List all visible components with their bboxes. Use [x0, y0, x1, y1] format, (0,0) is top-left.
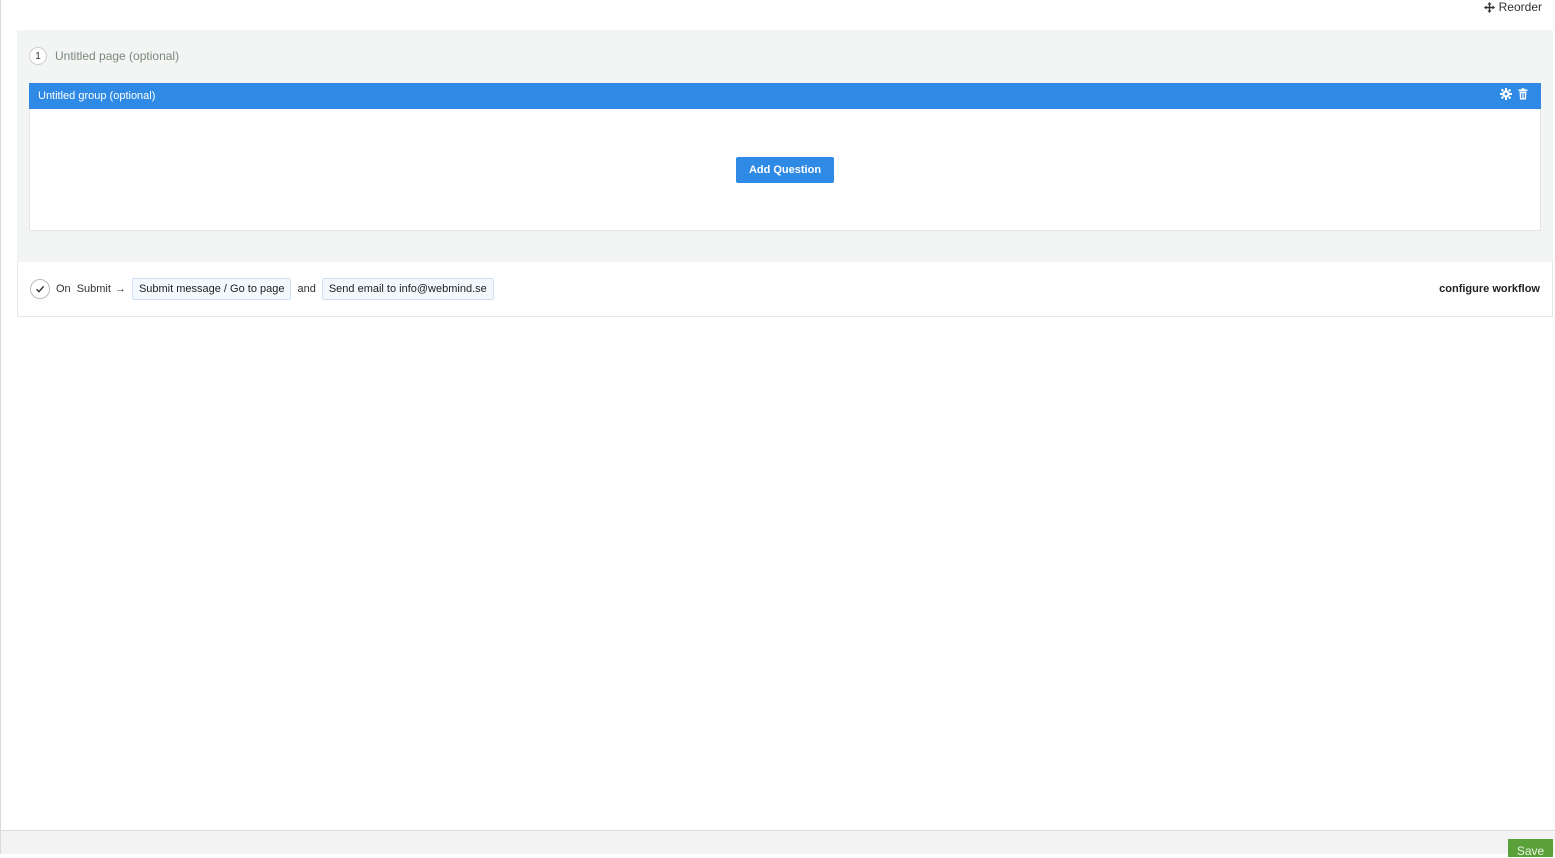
workflow-bar: On Submit → Submit message / Go to page … — [17, 262, 1553, 317]
group-title[interactable]: Untitled group (optional) — [38, 90, 155, 102]
group-body: Add Question — [29, 109, 1541, 231]
page-number-badge: 1 — [29, 47, 47, 65]
form-page: 1 Untitled page (optional) Untitled grou… — [17, 30, 1553, 262]
add-question-button[interactable]: Add Question — [736, 157, 834, 183]
reorder-label: Reorder — [1498, 0, 1542, 14]
footer-bar: Save — [1, 830, 1555, 858]
check-icon — [30, 279, 50, 299]
trash-icon[interactable] — [1517, 88, 1529, 100]
form-builder: Reorder 1 Untitled page (optional) Untit… — [0, 0, 1555, 858]
workflow-action-submit-message[interactable]: Submit message / Go to page — [131, 278, 292, 300]
reorder-button[interactable]: Reorder — [1483, 0, 1542, 14]
workflow-on-label: On — [56, 283, 71, 295]
move-icon — [1483, 1, 1495, 13]
gear-icon[interactable] — [1500, 88, 1512, 100]
workflow-and-label: and — [297, 283, 316, 295]
group-actions — [1500, 88, 1529, 100]
workflow-action-send-email[interactable]: Send email to info@webmind.se — [321, 278, 494, 300]
workflow-summary: On Submit → Submit message / Go to page … — [30, 278, 494, 300]
save-button[interactable]: Save — [1508, 839, 1553, 858]
page-header[interactable]: 1 Untitled page (optional) — [29, 47, 179, 65]
configure-workflow-link[interactable]: configure workflow — [1439, 283, 1540, 295]
group-header[interactable]: Untitled group (optional) — [29, 83, 1541, 109]
arrow-right-icon: → — [114, 283, 126, 295]
page-title[interactable]: Untitled page (optional) — [55, 49, 179, 63]
workflow-trigger: Submit — [76, 283, 111, 295]
